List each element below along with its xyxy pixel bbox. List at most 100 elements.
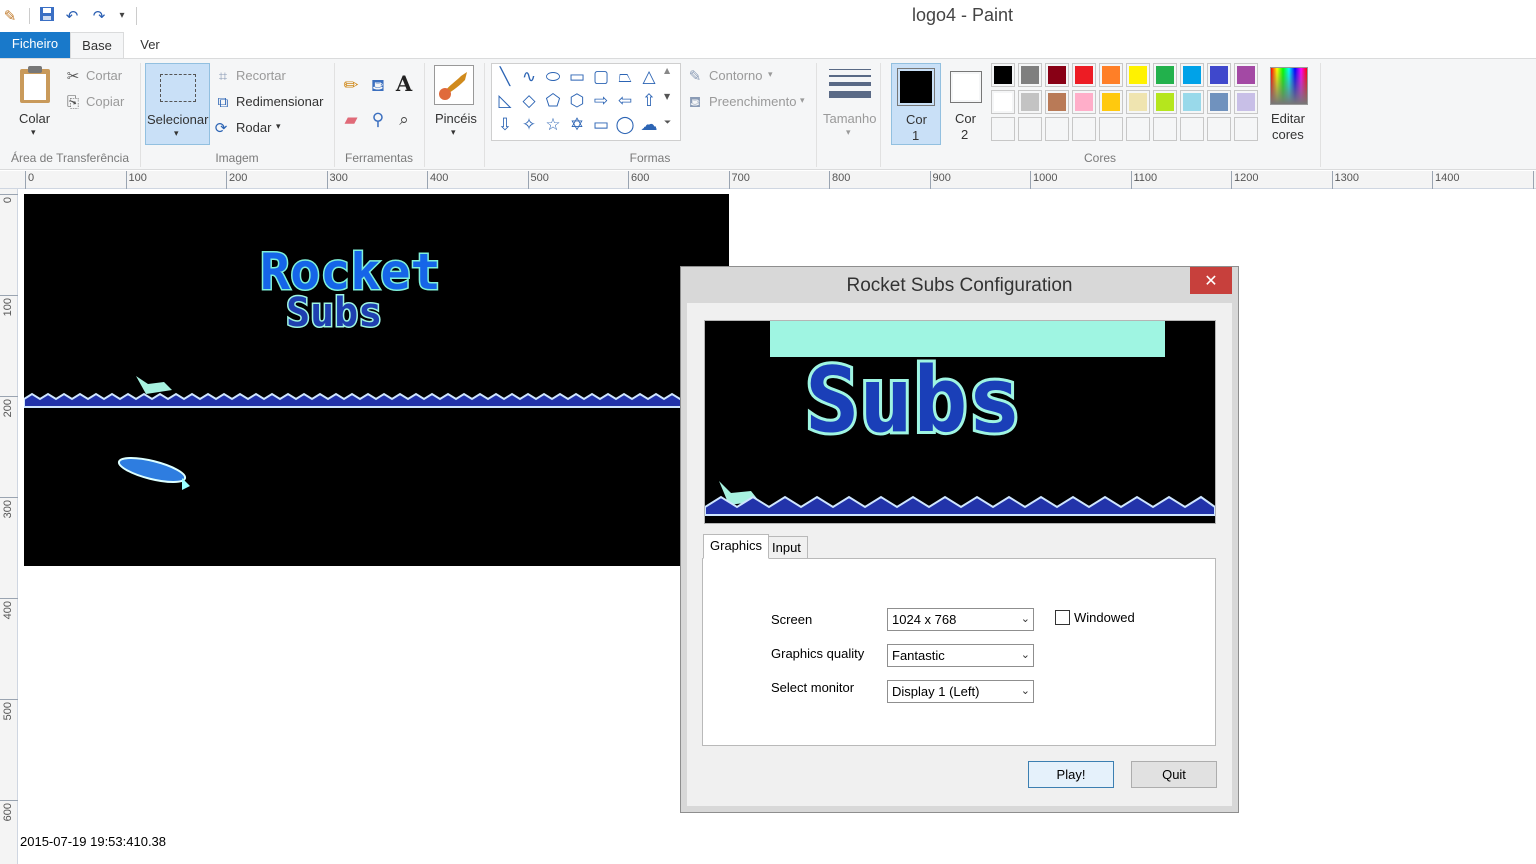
- color-swatch[interactable]: [991, 90, 1015, 114]
- hexagon-shape-icon[interactable]: ⬡: [566, 90, 588, 112]
- left-arrow-shape-icon[interactable]: ⇦: [614, 90, 636, 112]
- cloud-callout-shape-icon[interactable]: ☁: [638, 114, 660, 136]
- color-swatch[interactable]: [1126, 117, 1150, 141]
- color-swatch[interactable]: [1018, 90, 1042, 114]
- edit-colors-line2[interactable]: cores: [1272, 127, 1304, 142]
- outline-dropdown-icon[interactable]: ▾: [768, 69, 773, 80]
- edit-colors-line1[interactable]: Editar: [1271, 111, 1305, 126]
- color-swatch[interactable]: [1180, 63, 1204, 87]
- gallery-scroll-up-icon[interactable]: ▲: [664, 66, 670, 75]
- color1-button[interactable]: Cor 1: [891, 63, 941, 145]
- rotate-dropdown-icon[interactable]: ▾: [276, 121, 281, 132]
- four-point-star-shape-icon[interactable]: ✧: [518, 114, 540, 136]
- brush-icon[interactable]: [434, 65, 474, 105]
- monitor-select[interactable]: Display 1 (Left) ⌄: [887, 680, 1034, 703]
- down-arrow-shape-icon[interactable]: ⇩: [494, 114, 516, 136]
- color-swatch[interactable]: [1099, 117, 1123, 141]
- color-spectrum-icon[interactable]: [1270, 67, 1308, 105]
- gallery-scroll-down-icon[interactable]: ▼: [664, 92, 670, 101]
- color-swatch[interactable]: [1234, 90, 1258, 114]
- color-swatch[interactable]: [1207, 117, 1231, 141]
- select-button[interactable]: Selecionar ▾: [145, 63, 210, 145]
- screen-select[interactable]: 1024 x 768 ⌄: [887, 608, 1034, 631]
- oval-callout-shape-icon[interactable]: ◯: [614, 114, 636, 136]
- color-swatch[interactable]: [1207, 90, 1231, 114]
- tab-view[interactable]: Ver: [130, 32, 170, 59]
- color-swatch[interactable]: [1126, 63, 1150, 87]
- tab-graphics[interactable]: Graphics: [703, 534, 770, 559]
- color-swatch[interactable]: [991, 117, 1015, 141]
- color-swatch[interactable]: [1045, 117, 1069, 141]
- fill-dropdown-icon[interactable]: ▾: [800, 95, 805, 106]
- resize-button[interactable]: Redimensionar: [236, 94, 323, 109]
- windowed-label[interactable]: Windowed: [1074, 610, 1135, 625]
- rect-callout-shape-icon[interactable]: ▭: [590, 114, 612, 136]
- color-swatch[interactable]: [1153, 117, 1177, 141]
- crop-button[interactable]: Recortar: [236, 68, 286, 83]
- color-swatch[interactable]: [1234, 63, 1258, 87]
- quality-select[interactable]: Fantastic ⌄: [887, 644, 1034, 667]
- right-arrow-shape-icon[interactable]: ⇨: [590, 90, 612, 112]
- color-swatch[interactable]: [1099, 90, 1123, 114]
- color-swatch[interactable]: [1126, 90, 1150, 114]
- eraser-icon[interactable]: ▰: [342, 111, 360, 129]
- color-swatch[interactable]: [1045, 63, 1069, 87]
- tab-input[interactable]: Input: [765, 536, 808, 559]
- color-swatch[interactable]: [991, 63, 1015, 87]
- oval-shape-icon[interactable]: ⬭: [542, 66, 564, 88]
- rounded-rectangle-shape-icon[interactable]: ▢: [590, 66, 612, 88]
- paste-dropdown-icon[interactable]: ▾: [31, 127, 36, 138]
- five-point-star-shape-icon[interactable]: ☆: [542, 114, 564, 136]
- pentagon-shape-icon[interactable]: ⬠: [542, 90, 564, 112]
- tab-home[interactable]: Base: [70, 32, 124, 59]
- gallery-expand-icon[interactable]: ⏷: [664, 118, 671, 128]
- color-swatch[interactable]: [1153, 90, 1177, 114]
- fill-button[interactable]: Preenchimento: [709, 94, 796, 109]
- outline-button[interactable]: Contorno: [709, 68, 762, 83]
- up-arrow-shape-icon[interactable]: ⇧: [638, 90, 660, 112]
- line-shape-icon[interactable]: ╲: [494, 66, 516, 88]
- copy-button[interactable]: Copiar: [86, 94, 124, 109]
- image-canvas[interactable]: Rocket Subs: [24, 194, 729, 566]
- brushes-button[interactable]: Pincéis: [435, 111, 477, 126]
- cut-button[interactable]: Cortar: [86, 68, 122, 83]
- right-triangle-shape-icon[interactable]: ◺: [494, 90, 516, 112]
- quit-button[interactable]: Quit: [1131, 761, 1217, 788]
- close-button[interactable]: ✕: [1190, 267, 1232, 294]
- color-swatch[interactable]: [1045, 90, 1069, 114]
- paste-button[interactable]: Colar: [19, 111, 50, 126]
- tab-file[interactable]: Ficheiro: [0, 32, 70, 58]
- color-swatch[interactable]: [1153, 63, 1177, 87]
- rotate-button[interactable]: Rodar: [236, 120, 271, 135]
- color-swatch[interactable]: [1180, 117, 1204, 141]
- size-button[interactable]: Tamanho: [823, 111, 876, 126]
- color-swatch[interactable]: [1072, 117, 1096, 141]
- pencil-icon[interactable]: ✏: [342, 77, 360, 95]
- fill-bucket-icon[interactable]: ⛾: [369, 77, 387, 95]
- clipboard-icon[interactable]: [16, 65, 54, 105]
- color-swatch[interactable]: [1207, 63, 1231, 87]
- text-tool-icon[interactable]: A: [395, 73, 413, 94]
- color-swatch[interactable]: [1072, 63, 1096, 87]
- brushes-dropdown-icon[interactable]: ▾: [451, 127, 456, 138]
- size-icon[interactable]: [829, 69, 871, 101]
- diamond-shape-icon[interactable]: ◇: [518, 90, 540, 112]
- color-swatch[interactable]: [1072, 90, 1096, 114]
- color-picker-icon[interactable]: ⚲: [369, 111, 387, 129]
- color-swatch[interactable]: [1234, 117, 1258, 141]
- triangle-shape-icon[interactable]: △: [638, 66, 660, 88]
- windowed-checkbox[interactable]: [1055, 610, 1070, 625]
- curve-shape-icon[interactable]: ∿: [518, 66, 540, 88]
- color-swatch[interactable]: [1099, 63, 1123, 87]
- polygon-shape-icon[interactable]: ⏢: [614, 66, 636, 88]
- color-swatch[interactable]: [1180, 90, 1204, 114]
- color-swatch[interactable]: [1018, 63, 1042, 87]
- six-point-star-shape-icon[interactable]: ✡: [566, 114, 588, 136]
- size-dropdown-icon[interactable]: ▾: [846, 127, 851, 138]
- magnifier-icon[interactable]: ⌕: [395, 111, 413, 129]
- color-swatch[interactable]: [1018, 117, 1042, 141]
- ruler-label: 200: [2, 399, 14, 418]
- rectangle-shape-icon[interactable]: ▭: [566, 66, 588, 88]
- play-button[interactable]: Play!: [1028, 761, 1114, 788]
- color2-button[interactable]: Cor 2: [941, 63, 991, 145]
